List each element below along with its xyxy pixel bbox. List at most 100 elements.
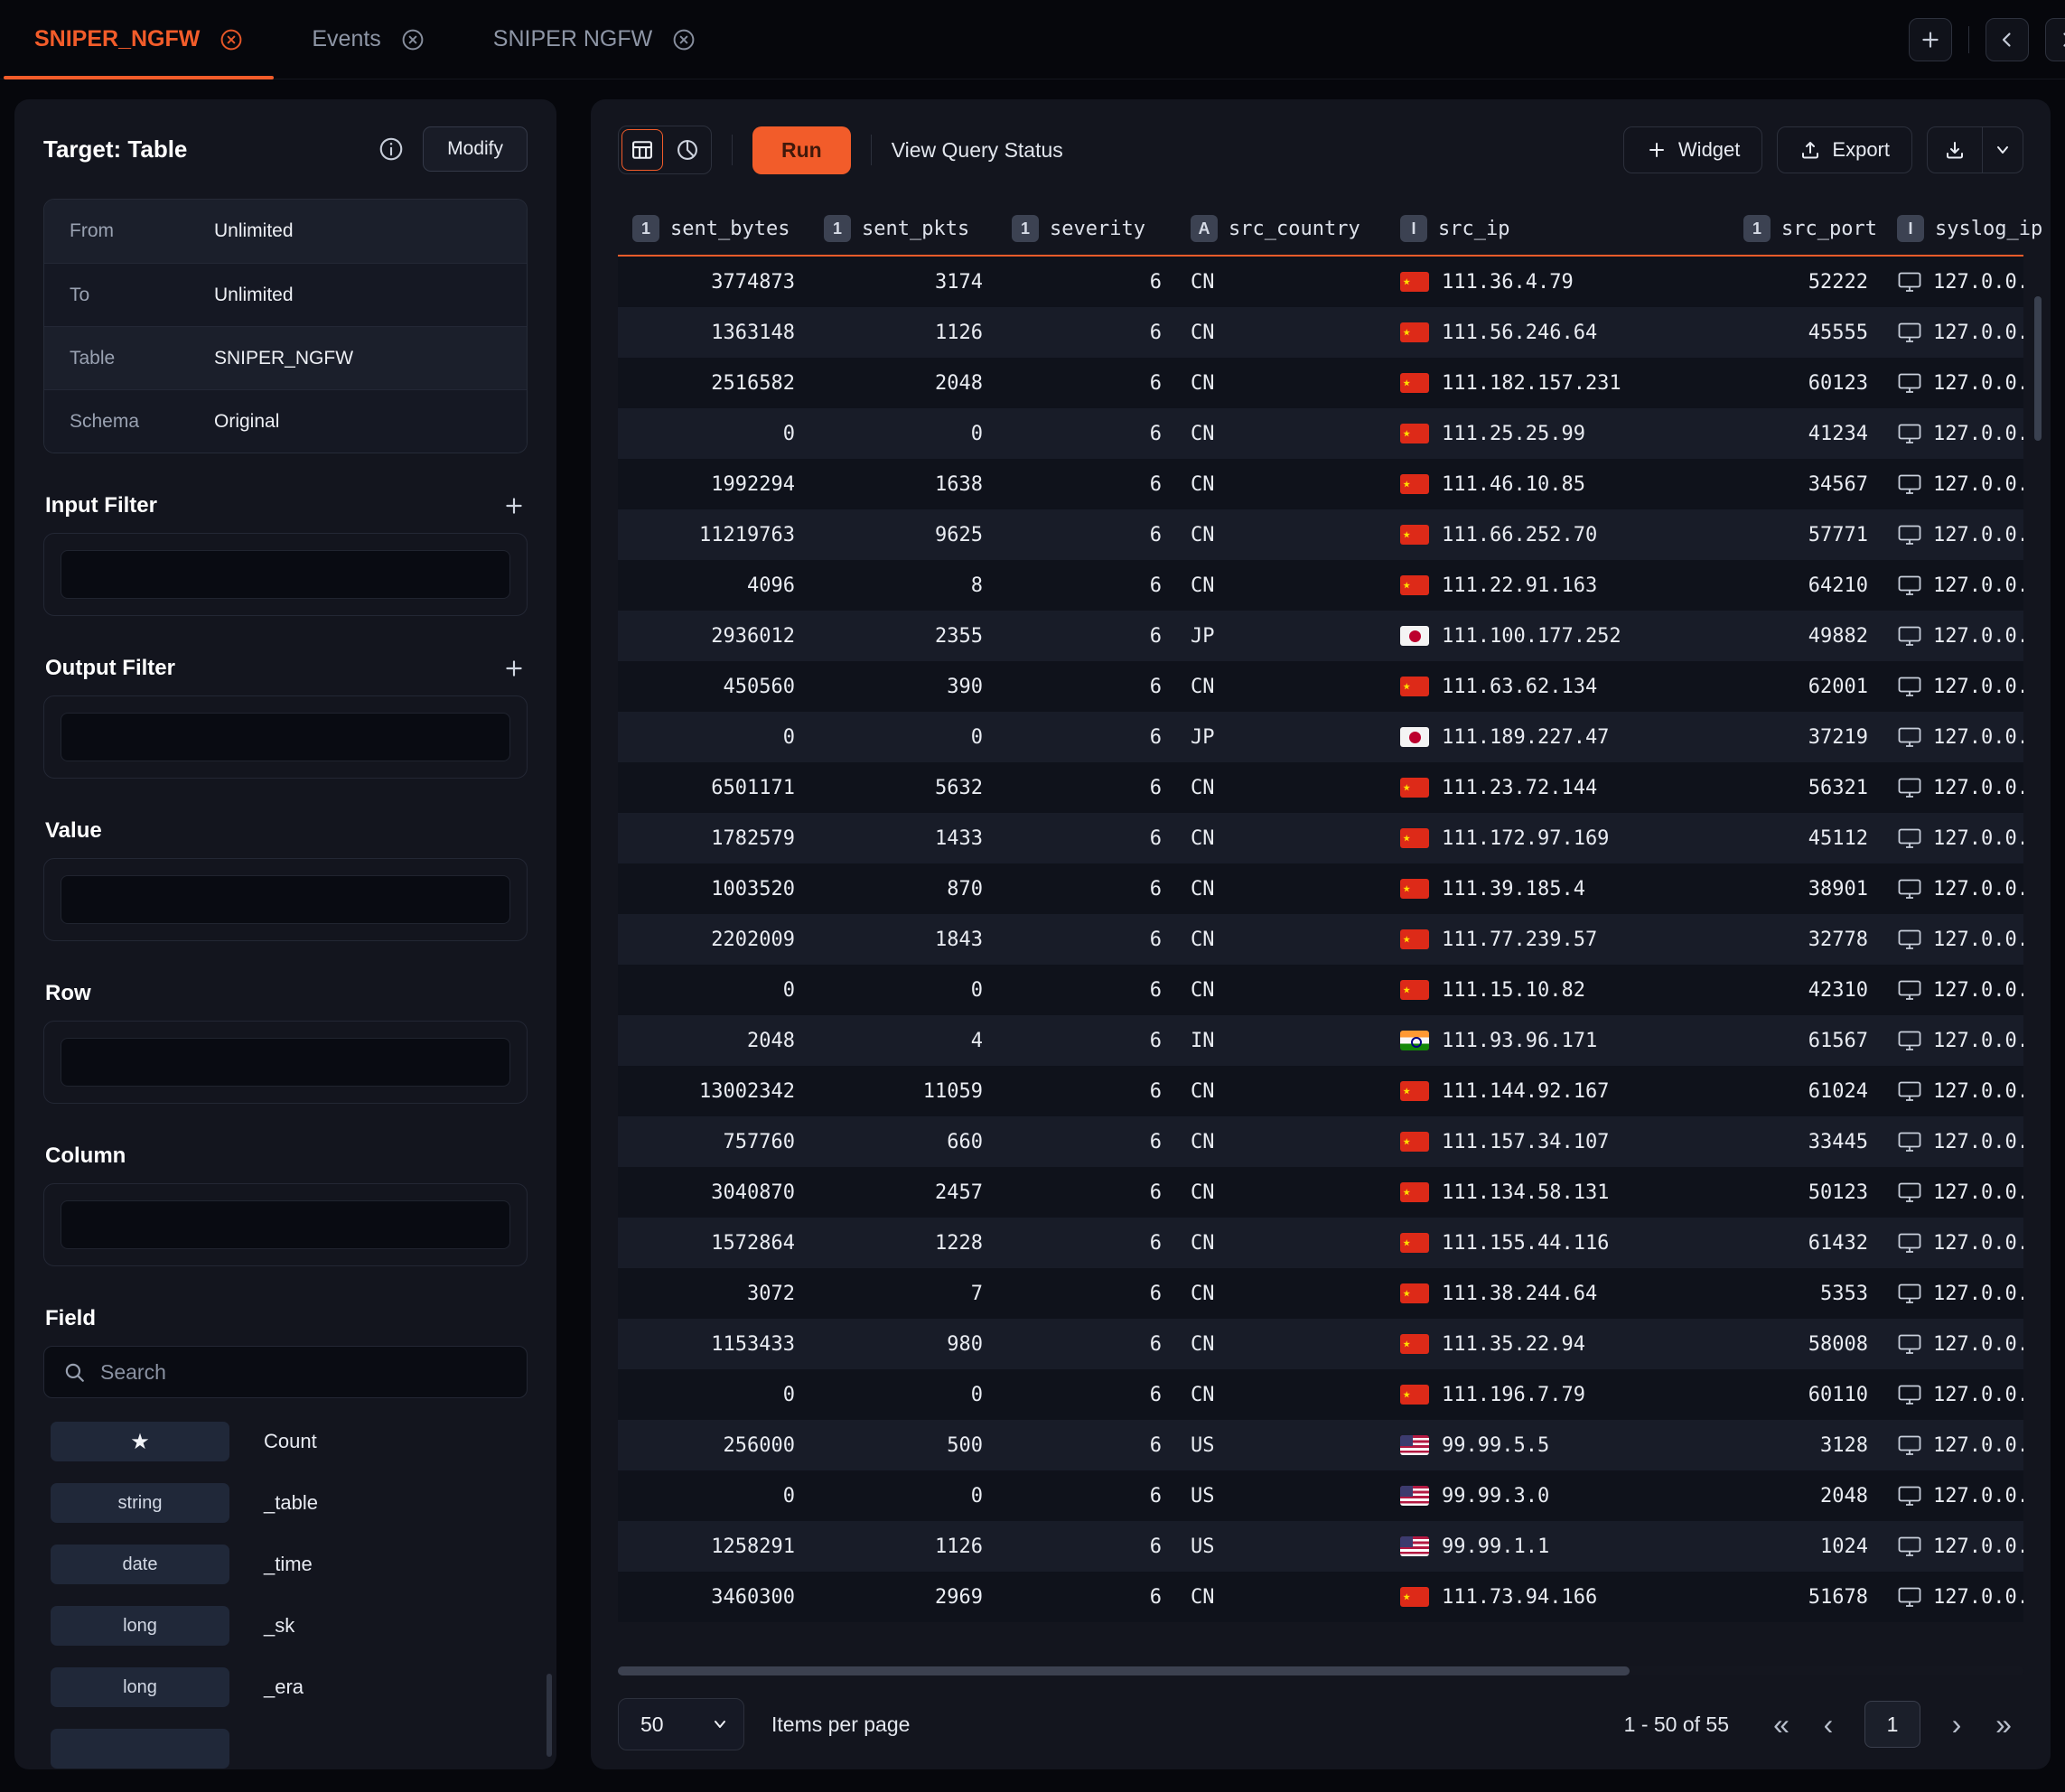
column-header-syslog_ip[interactable]: Isyslog_ip bbox=[1883, 202, 2051, 255]
table-row[interactable]: 125829111266US99.99.1.11024127.0.0.1 bbox=[618, 1521, 2023, 1572]
current-page-input[interactable]: 1 bbox=[1864, 1701, 1920, 1748]
output-filter-field[interactable] bbox=[61, 713, 510, 761]
table-row[interactable]: 2560005006US99.99.5.53128127.0.0.1 bbox=[618, 1420, 2023, 1470]
cell-value: 52222 bbox=[1808, 271, 1868, 294]
run-button[interactable]: Run bbox=[752, 126, 851, 174]
field-item--era[interactable]: long_era bbox=[43, 1657, 528, 1718]
column-field[interactable] bbox=[61, 1200, 510, 1249]
cell-src_port: 38901 bbox=[1729, 863, 1883, 914]
table-row[interactable]: 307276CN111.38.244.645353127.0.0.1 bbox=[618, 1268, 2023, 1319]
column-label: src_ip bbox=[1438, 218, 1509, 240]
table-row[interactable]: 304087024576CN111.134.58.13150123127.0.0… bbox=[618, 1167, 2023, 1218]
table-row[interactable]: 136314811266CN111.56.246.6445555127.0.0.… bbox=[618, 307, 2023, 358]
column-header-sent_pkts[interactable]: 1sent_pkts bbox=[809, 202, 997, 255]
target-row-label: From bbox=[70, 220, 214, 242]
cell-value: 127.0.0.1 bbox=[1933, 1485, 2023, 1507]
field-item--sk[interactable]: long_sk bbox=[43, 1595, 528, 1657]
first-page-button[interactable]: « bbox=[1761, 1704, 1801, 1744]
table-row[interactable]: 650117156326CN111.23.72.14456321127.0.0.… bbox=[618, 762, 2023, 813]
input-filter-field[interactable] bbox=[61, 550, 510, 599]
add-output-filter-button[interactable] bbox=[502, 657, 526, 680]
horizontal-scrollbar-thumb[interactable] bbox=[618, 1666, 1630, 1675]
table-row[interactable]: 006CN111.196.7.7960110127.0.0.1 bbox=[618, 1369, 2023, 1420]
column-header-src_port[interactable]: 1src_port bbox=[1729, 202, 1883, 255]
table-row[interactable]: 157286412286CN111.155.44.11661432127.0.0… bbox=[618, 1218, 2023, 1268]
scroll-tabs-right-button[interactable] bbox=[2045, 18, 2065, 61]
cell-value: 111.77.239.57 bbox=[1442, 929, 1597, 951]
tab-sniper-ngfw[interactable]: SNIPER_NGFW bbox=[0, 0, 277, 79]
table-row[interactable]: 1121976396256CN111.66.252.7057771127.0.0… bbox=[618, 509, 2023, 560]
target-row-schema: SchemaOriginal bbox=[44, 389, 527, 453]
host-icon bbox=[1897, 1181, 1922, 1204]
table-row[interactable]: 006JP111.189.227.4737219127.0.0.1 bbox=[618, 712, 2023, 762]
cell-value: 127.0.0.1 bbox=[1933, 726, 2023, 749]
view-switcher bbox=[618, 126, 712, 174]
view-query-status-link[interactable]: View Query Status bbox=[892, 138, 1063, 163]
table-row[interactable]: 7577606606CN111.157.34.10733445127.0.0.1 bbox=[618, 1116, 2023, 1167]
horizontal-scrollbar[interactable] bbox=[618, 1666, 2023, 1675]
modify-button[interactable]: Modify bbox=[423, 126, 528, 172]
add-tab-button[interactable] bbox=[1909, 18, 1952, 61]
sidebar-scrollbar[interactable] bbox=[547, 1674, 552, 1757]
download-options-button[interactable] bbox=[1982, 127, 2023, 173]
cell-value: 1782579 bbox=[711, 827, 795, 850]
download-button[interactable] bbox=[1928, 127, 1982, 173]
table-row[interactable]: 251658220486CN111.182.157.23160123127.0.… bbox=[618, 358, 2023, 408]
page-size-select[interactable]: 50 bbox=[618, 1698, 744, 1750]
table-row[interactable]: 4505603906CN111.63.62.13462001127.0.0.1 bbox=[618, 661, 2023, 712]
cell-sent_bytes: 757760 bbox=[618, 1116, 809, 1167]
column-header-severity[interactable]: 1severity bbox=[997, 202, 1176, 255]
tab-events[interactable]: Events bbox=[277, 0, 458, 79]
next-page-button[interactable]: › bbox=[1937, 1704, 1976, 1744]
cell-src_country: CN bbox=[1176, 914, 1386, 965]
cell-value: 1433 bbox=[935, 827, 983, 850]
table-row[interactable]: 377487331746CN111.36.4.7952222127.0.0.1 bbox=[618, 257, 2023, 307]
tab-close-icon[interactable] bbox=[220, 28, 243, 51]
table-row[interactable]: 293601223556JP111.100.177.25249882127.0.… bbox=[618, 611, 2023, 661]
add-input-filter-button[interactable] bbox=[502, 494, 526, 518]
cell-severity: 6 bbox=[997, 1420, 1176, 1470]
host-monitor-icon bbox=[1897, 1130, 1922, 1153]
table-row[interactable]: 409686CN111.22.91.16364210127.0.0.1 bbox=[618, 560, 2023, 611]
host-icon bbox=[1897, 1231, 1922, 1255]
table-row[interactable]: 006CN111.25.25.9941234127.0.0.1 bbox=[618, 408, 2023, 459]
tab-sniper-ngfw[interactable]: SNIPER NGFW bbox=[459, 0, 730, 79]
row-field[interactable] bbox=[61, 1038, 510, 1087]
chevron-left-icon bbox=[1996, 29, 2018, 51]
prev-page-button[interactable]: ‹ bbox=[1808, 1704, 1848, 1744]
cell-value: 127.0.0.1 bbox=[1933, 979, 2023, 1002]
column-header-sent_bytes[interactable]: 1sent_bytes bbox=[618, 202, 809, 255]
cell-value: 6501171 bbox=[711, 777, 795, 799]
column-header-src_ip[interactable]: Isrc_ip bbox=[1386, 202, 1729, 255]
table-view-button[interactable] bbox=[621, 129, 663, 171]
add-widget-button[interactable]: Widget bbox=[1623, 126, 1762, 173]
table-row[interactable]: 006US99.99.3.02048127.0.0.1 bbox=[618, 1470, 2023, 1521]
table-row[interactable]: 178257914336CN111.172.97.16945112127.0.0… bbox=[618, 813, 2023, 863]
table-row[interactable]: 10035208706CN111.39.185.438901127.0.0.1 bbox=[618, 863, 2023, 914]
column-header-src_country[interactable]: Asrc_country bbox=[1176, 202, 1386, 255]
field-item--time[interactable]: date_time bbox=[43, 1534, 528, 1595]
vertical-scrollbar-thumb[interactable] bbox=[2034, 296, 2042, 441]
tab-close-icon[interactable] bbox=[401, 28, 425, 51]
table-row[interactable]: 11534339806CN111.35.22.9458008127.0.0.1 bbox=[618, 1319, 2023, 1369]
table-row[interactable]: 13002342110596CN111.144.92.16761024127.0… bbox=[618, 1066, 2023, 1116]
value-field[interactable] bbox=[61, 875, 510, 924]
table-row[interactable]: 204846IN111.93.96.17161567127.0.0.1 bbox=[618, 1015, 2023, 1066]
column-type-badge: 1 bbox=[824, 215, 851, 242]
field-item-count[interactable]: ★Count bbox=[43, 1411, 528, 1472]
field-type-badge: date bbox=[51, 1545, 229, 1584]
table-row[interactable]: 006CN111.15.10.8242310127.0.0.1 bbox=[618, 965, 2023, 1015]
field-item--table[interactable]: string_table bbox=[43, 1472, 528, 1534]
scroll-tabs-left-button[interactable] bbox=[1986, 18, 2029, 61]
last-page-button[interactable]: » bbox=[1984, 1704, 2023, 1744]
info-icon[interactable] bbox=[378, 135, 405, 163]
cell-src_ip: 111.25.25.99 bbox=[1386, 408, 1729, 459]
cell-syslog_ip: 127.0.0.1 bbox=[1883, 712, 2023, 762]
table-row[interactable]: 346030029696CN111.73.94.16651678127.0.0.… bbox=[618, 1572, 2023, 1622]
table-row[interactable]: 199229416386CN111.46.10.8534567127.0.0.1 bbox=[618, 459, 2023, 509]
export-button[interactable]: Export bbox=[1777, 126, 1912, 173]
chart-view-button[interactable] bbox=[667, 129, 708, 171]
table-row[interactable]: 220200918436CN111.77.239.5732778127.0.0.… bbox=[618, 914, 2023, 965]
tab-close-icon[interactable] bbox=[672, 28, 696, 51]
field-search-input[interactable] bbox=[100, 1360, 509, 1385]
